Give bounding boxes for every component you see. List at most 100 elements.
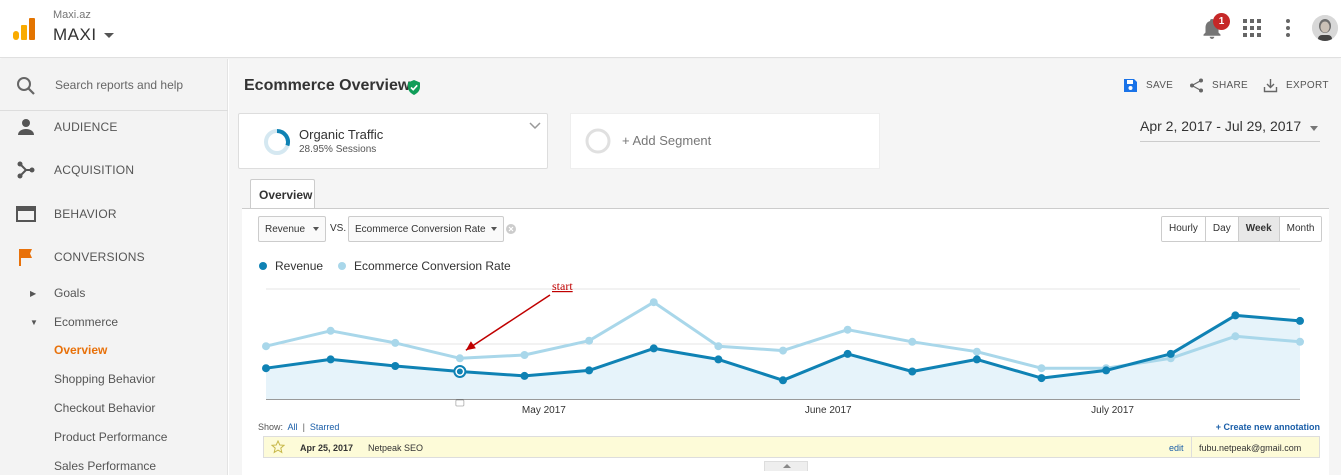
sidebar: Search reports and help AUDIENCE ACQUISI… (0, 59, 228, 475)
share-label: SHARE (1212, 80, 1248, 91)
annotation-show-label: Show: (258, 422, 284, 432)
conversion-rate-point[interactable] (1296, 337, 1304, 346)
sidebar-item-audience[interactable]: AUDIENCE (0, 107, 228, 147)
granularity-day[interactable]: Day (1205, 217, 1239, 241)
export-icon (1263, 79, 1278, 93)
apps-grid-icon[interactable] (1243, 19, 1261, 37)
revenue-point[interactable] (779, 376, 787, 385)
conversion-rate-point[interactable] (908, 337, 917, 346)
star-icon[interactable] (271, 440, 285, 454)
highlight-point[interactable] (456, 368, 463, 375)
chevron-up-icon (783, 464, 791, 468)
sidebar-item-label: Product Performance (54, 430, 168, 444)
conversion-rate-point[interactable] (391, 338, 400, 347)
tab-overview[interactable]: Overview (250, 179, 315, 209)
annotation-toolbar: Show: All | Starred + Create new annotat… (258, 420, 1320, 434)
close-icon[interactable] (506, 224, 516, 234)
create-annotation-link[interactable]: + Create new annotation (1216, 422, 1320, 432)
legend-label: Revenue (275, 259, 324, 273)
granularity-week[interactable]: Week (1238, 217, 1280, 241)
sidebar-item-behavior[interactable]: BEHAVIOR (0, 194, 228, 234)
segment-name: Organic Traffic (299, 127, 384, 142)
revenue-point[interactable] (1296, 316, 1304, 325)
annotation-text: Netpeak SEO (368, 443, 424, 453)
more-vert-icon[interactable] (1283, 18, 1293, 38)
revenue-point[interactable] (843, 349, 852, 358)
metric-select-value: Ecommerce Conversion Rate (355, 224, 486, 235)
revenue-point[interactable] (326, 355, 335, 364)
sidebar-item-goals[interactable]: ▶ Goals (0, 280, 228, 306)
caret-down-icon (1310, 126, 1318, 131)
conversion-rate-point[interactable] (649, 298, 658, 307)
revenue-point[interactable] (1231, 311, 1240, 320)
avatar[interactable] (1312, 15, 1338, 41)
conversion-rate-point[interactable] (1231, 332, 1240, 341)
sidebar-item-product-performance[interactable]: Product Performance (0, 424, 228, 450)
segment-organic-traffic[interactable]: Organic Traffic 28.95% Sessions (238, 113, 548, 169)
conversion-rate-point[interactable] (714, 342, 723, 351)
account-property: Maxi.az (53, 9, 91, 21)
caret-down-icon (313, 227, 319, 231)
revenue-point[interactable] (520, 371, 529, 380)
revenue-point[interactable] (972, 355, 981, 364)
granularity-toggle: Hourly Day Week Month (1161, 216, 1323, 242)
segment-share: 28.95% Sessions (299, 144, 377, 155)
conversion-rate-point[interactable] (262, 342, 270, 351)
revenue-point[interactable] (714, 355, 723, 364)
annotation-edit-link[interactable]: edit (1169, 443, 1184, 453)
conversion-rate-point[interactable] (779, 346, 787, 355)
line-chart[interactable]: May 2017 June 2017 July 2017 start (242, 279, 1329, 419)
conversion-rate-point[interactable] (972, 347, 981, 356)
notification-badge[interactable]: 1 (1213, 13, 1230, 30)
revenue-point[interactable] (585, 366, 594, 375)
revenue-point[interactable] (391, 362, 400, 370)
conversion-rate-point[interactable] (455, 354, 464, 363)
revenue-point[interactable] (1037, 374, 1046, 383)
sidebar-item-acquisition[interactable]: ACQUISITION (0, 150, 228, 190)
granularity-hourly[interactable]: Hourly (1162, 217, 1206, 241)
search-input[interactable]: Search reports and help (55, 78, 183, 92)
conversion-rate-point[interactable] (520, 351, 529, 359)
sidebar-item-sales-performance[interactable]: Sales Performance (0, 453, 228, 475)
top-bar: Maxi.az MAXI 1 (0, 0, 1341, 58)
annotation-marker-icon[interactable] (455, 399, 465, 407)
search-reports[interactable]: Search reports and help (0, 59, 228, 111)
share-icon (1190, 78, 1203, 93)
annotation-filter-all[interactable]: All (288, 422, 298, 432)
caret-down-icon[interactable] (104, 33, 114, 38)
revenue-point[interactable] (1166, 349, 1175, 358)
account-selector[interactable]: MAXI (53, 25, 97, 45)
sidebar-item-label: BEHAVIOR (54, 207, 117, 221)
conversion-rate-point[interactable] (1037, 364, 1046, 373)
conversion-rate-point[interactable] (326, 326, 335, 335)
conversion-rate-point[interactable] (843, 325, 852, 334)
revenue-point[interactable] (908, 367, 917, 376)
sidebar-item-overview[interactable]: Overview (0, 337, 228, 363)
sidebar-item-shopping-behavior[interactable]: Shopping Behavior (0, 366, 228, 392)
revenue-point[interactable] (649, 344, 658, 353)
annotation-filter-starred[interactable]: Starred (310, 422, 340, 432)
conversion-rate-line (265, 300, 1301, 370)
vs-label: VS. (330, 223, 347, 234)
empty-ring-icon (585, 128, 611, 154)
metric-select-secondary[interactable]: Ecommerce Conversion Rate (348, 216, 504, 242)
sidebar-item-label: Overview (54, 343, 108, 357)
add-segment-button[interactable]: + Add Segment (570, 113, 880, 169)
revenue-point[interactable] (262, 364, 270, 373)
x-tick-label: May 2017 (522, 405, 566, 416)
granularity-month[interactable]: Month (1279, 217, 1322, 241)
sidebar-item-ecommerce[interactable]: ▼ Ecommerce (0, 309, 228, 335)
export-label: EXPORT (1286, 80, 1329, 91)
date-range-picker[interactable]: Apr 2, 2017 - Jul 29, 2017 (1140, 116, 1320, 142)
verified-shield-icon (408, 80, 420, 95)
collapse-annotations-button[interactable] (764, 461, 808, 471)
revenue-point[interactable] (1102, 366, 1111, 375)
sidebar-item-checkout-behavior[interactable]: Checkout Behavior (0, 395, 228, 421)
x-tick-label: June 2017 (805, 405, 852, 416)
chevron-down-icon[interactable] (529, 122, 541, 130)
sidebar-item-conversions[interactable]: CONVERSIONS (0, 237, 228, 277)
analytics-logo-icon[interactable] (12, 17, 36, 41)
metric-select-primary[interactable]: Revenue (258, 216, 326, 242)
conversion-rate-point[interactable] (585, 336, 594, 345)
x-tick-label: July 2017 (1091, 405, 1134, 416)
